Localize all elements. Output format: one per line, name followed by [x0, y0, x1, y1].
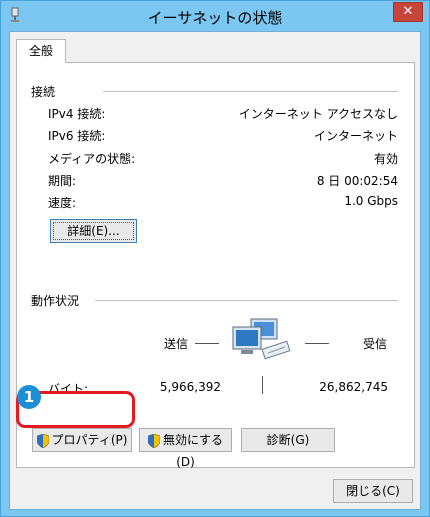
activity-divider [95, 300, 398, 301]
duration-label: 期間: [48, 174, 77, 188]
received-label: 受信 [363, 337, 388, 351]
shield-icon [147, 433, 160, 448]
ipv4-label: IPv4 接続: [48, 107, 106, 121]
media-state-label: メディアの状態: [48, 152, 136, 166]
dialog-window: イーサネットの状態 ✕ 全般 接続 IPv4 接続: インターネット アクセスな… [0, 0, 430, 517]
network-computers-icon [232, 318, 291, 360]
ipv4-value: インターネット アクセスなし [238, 107, 398, 121]
bytes-received-value: 26,862,745 [319, 380, 388, 394]
speed-value: 1.0 Gbps [344, 194, 398, 208]
close-button-label: 閉じる(C) [346, 484, 400, 498]
connection-divider [103, 91, 398, 92]
step-badge: 1 [17, 385, 41, 409]
ipv6-label: IPv6 接続: [48, 129, 106, 143]
diagnose-button-label: 診断(G) [266, 433, 310, 447]
details-button[interactable]: 詳細(E)... [50, 219, 137, 243]
media-state-value: 有効 [373, 152, 398, 166]
tab-general[interactable]: 全般 [16, 39, 66, 63]
diagnose-button[interactable]: 診断(G) [241, 428, 335, 452]
duration-value: 8 日 00:02:54 [316, 174, 398, 188]
sent-line [195, 343, 219, 344]
properties-button[interactable]: プロパティ(P) [32, 428, 132, 452]
close-button[interactable]: 閉じる(C) [333, 479, 413, 503]
connection-section-title: 接続 [31, 85, 56, 99]
bytes-sent-value: 5,966,392 [159, 380, 221, 394]
close-window-button[interactable]: ✕ [393, 2, 423, 22]
received-line [305, 343, 329, 344]
speed-label: 速度: [48, 196, 77, 210]
activity-section-title: 動作状況 [31, 294, 80, 308]
ipv6-value: インターネット [313, 129, 398, 143]
disable-button-label: 無効にする(D) [162, 433, 224, 469]
disable-button[interactable]: 無効にする(D) [139, 428, 232, 469]
sent-label: 送信 [164, 337, 189, 351]
title-bar[interactable]: イーサネットの状態 ✕ [1, 1, 429, 31]
bytes-separator [262, 376, 263, 394]
properties-button-label: プロパティ(P) [51, 433, 128, 447]
dialog-client-area: 全般 接続 IPv4 接続: インターネット アクセスなし IPv6 接続: イ… [9, 31, 421, 510]
window-title: イーサネットの状態 [147, 9, 283, 27]
shield-icon [36, 433, 49, 448]
details-focus-rect [53, 222, 134, 240]
